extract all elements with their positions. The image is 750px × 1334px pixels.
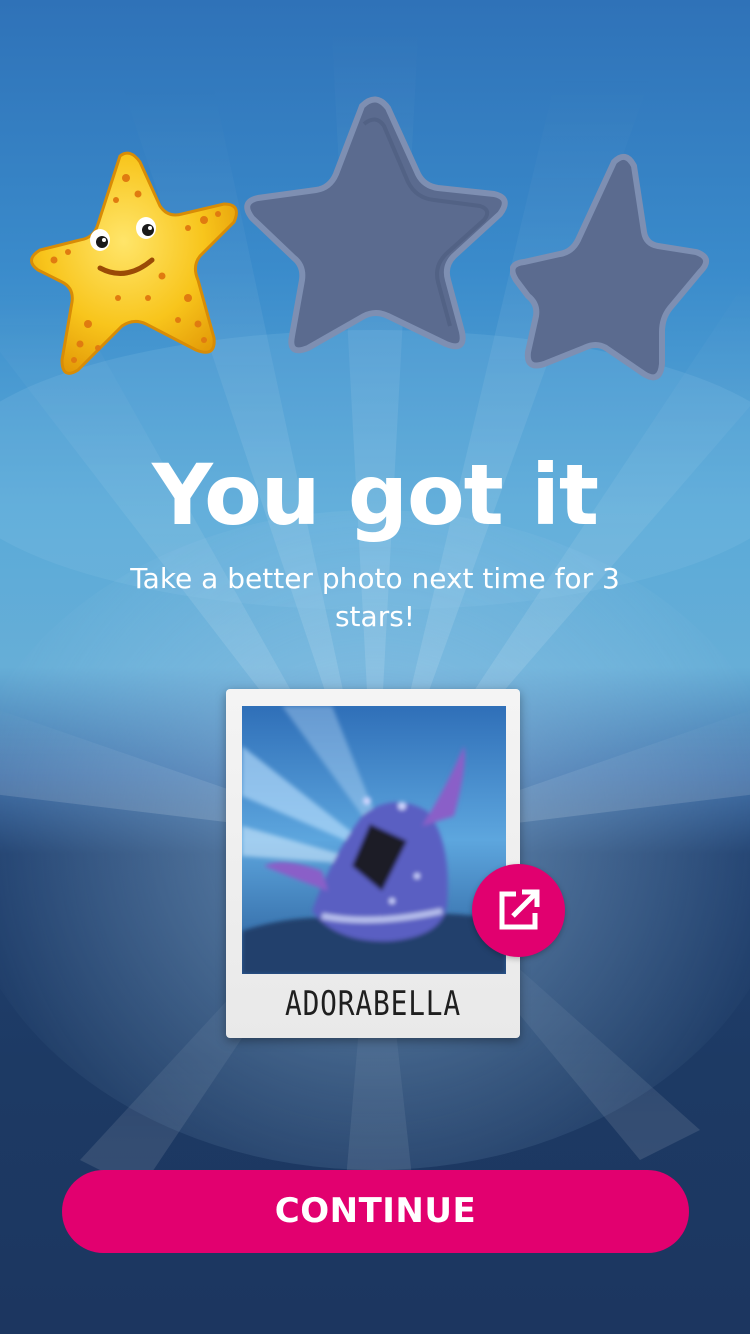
share-external-icon <box>499 889 540 930</box>
creature-photo-image <box>242 706 506 974</box>
share-button[interactable] <box>472 864 565 957</box>
photo-card[interactable]: ADORABELLA <box>226 689 520 1038</box>
result-title: You got it <box>151 446 599 544</box>
photo-caption: ADORABELLA <box>284 984 462 1024</box>
continue-button[interactable]: CONTINUE <box>62 1170 689 1253</box>
smiling-starfish-icon <box>30 151 238 375</box>
empty-star-slot-icon <box>244 96 508 354</box>
star-rating <box>0 90 750 390</box>
empty-star-slot-icon <box>510 153 709 381</box>
game-result-screen: You got it Take a better photo next time… <box>0 0 750 1334</box>
captured-creature-photo <box>242 706 506 974</box>
result-message: Take a better photo next time for 3 star… <box>130 562 620 633</box>
